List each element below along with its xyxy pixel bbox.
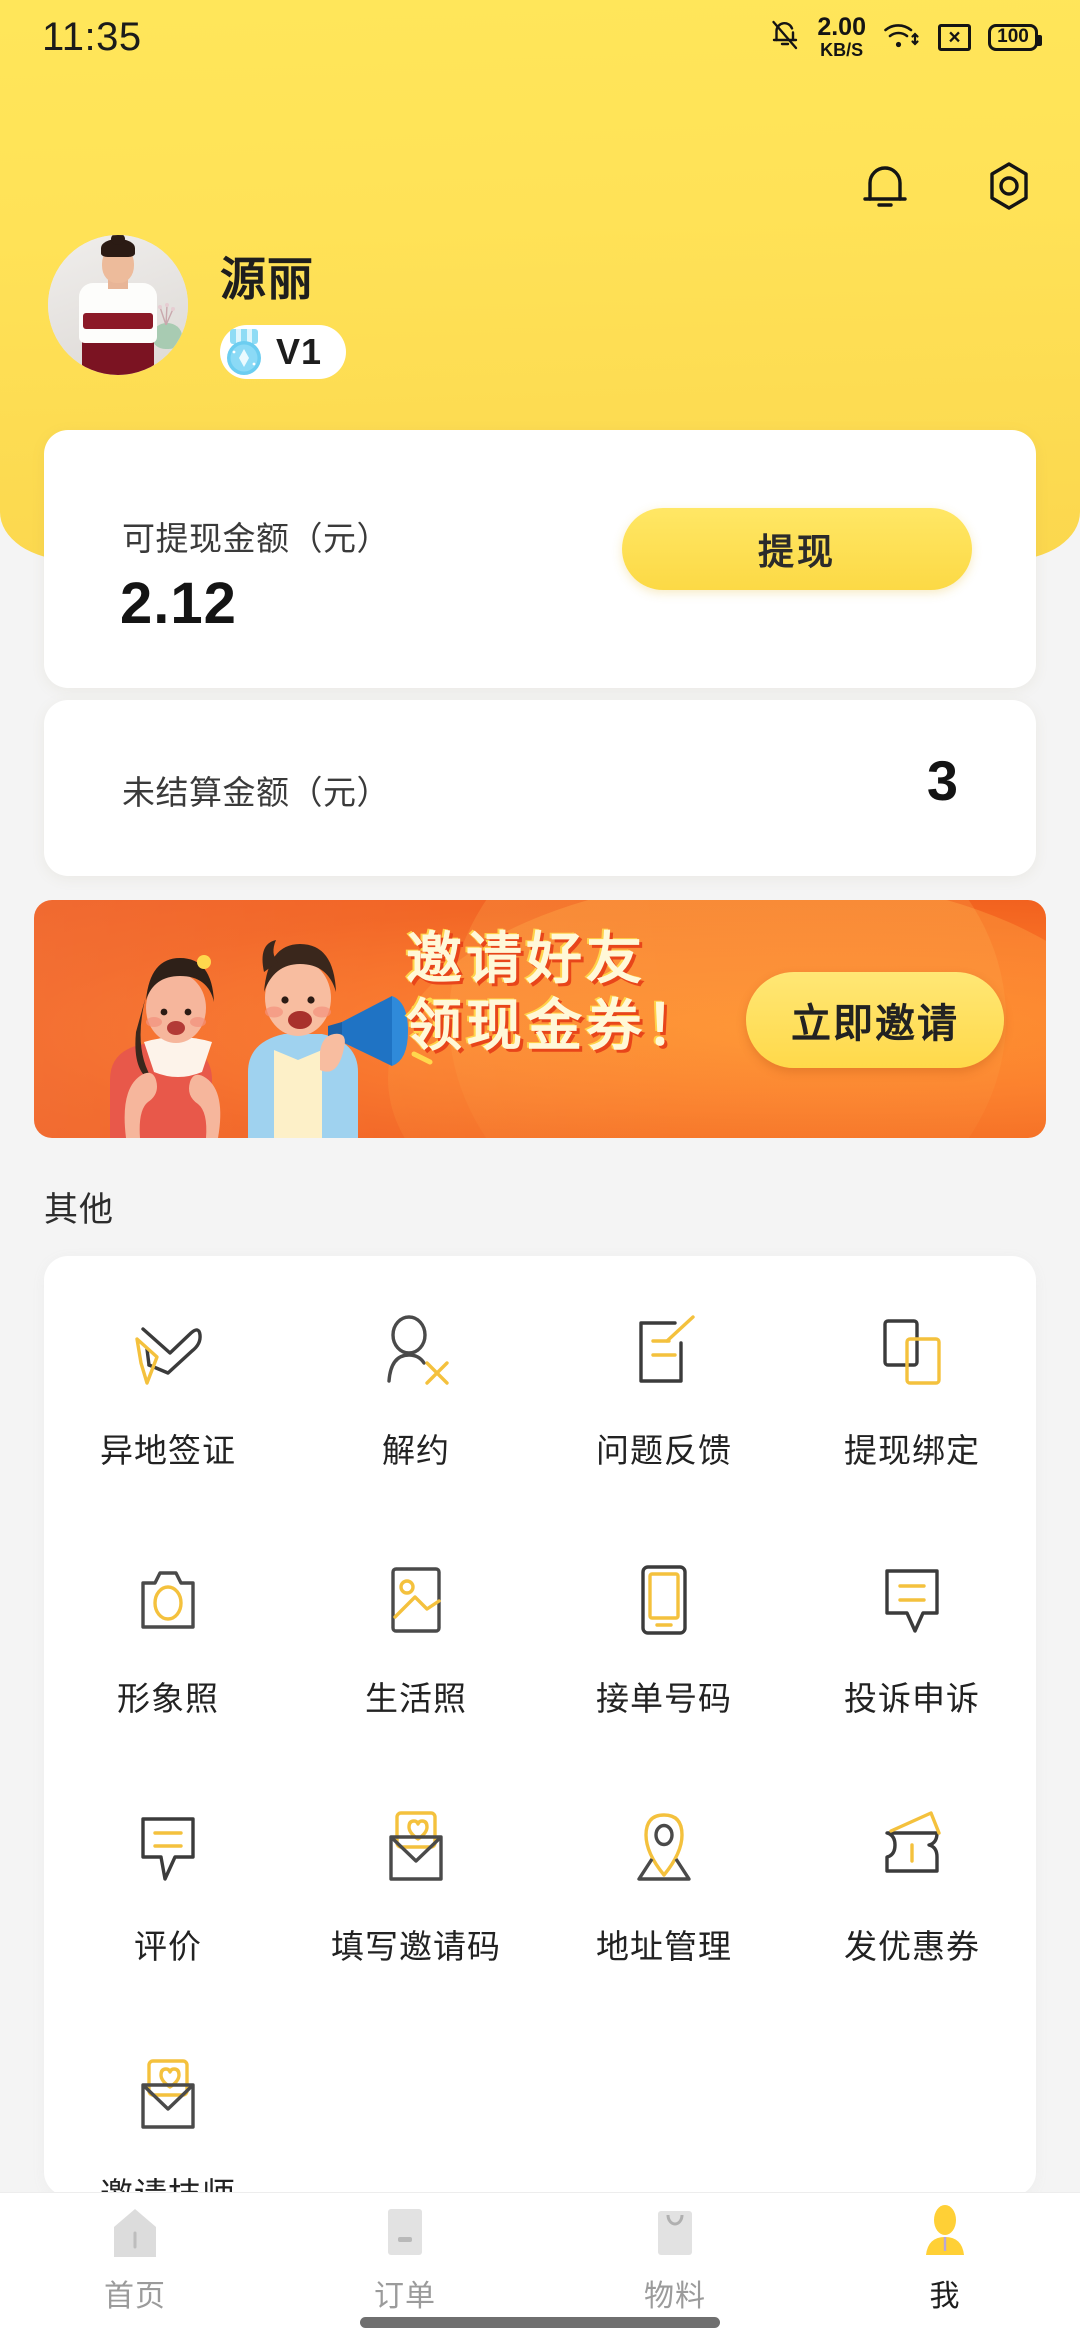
phone-icon xyxy=(614,1550,714,1650)
avatar[interactable] xyxy=(48,235,188,375)
net-speed-value: 2.00 xyxy=(817,13,866,41)
order-icon xyxy=(374,2201,436,2263)
person-cancel-icon xyxy=(366,1302,466,1402)
balance-value: 2.12 xyxy=(120,571,237,636)
username: 源丽 xyxy=(220,253,314,305)
grid-item-label: 生活照 xyxy=(365,1680,467,1717)
grid-item-label: 形象照 xyxy=(117,1680,219,1717)
envelope-heart-icon xyxy=(366,1798,466,1898)
unsettled-value: 3 xyxy=(926,749,958,812)
banner-title-line1: 邀请好友 xyxy=(406,927,646,990)
net-speed-unit: KB/S xyxy=(820,40,864,60)
grid-item-label: 投诉申诉 xyxy=(844,1680,980,1717)
invite-now-button[interactable]: 立即邀请 xyxy=(746,972,1004,1068)
grid-item-complaint[interactable]: 投诉申诉 xyxy=(788,1550,1036,1798)
grid-item-life-photo[interactable]: 生活照 xyxy=(292,1550,540,1798)
tab-home[interactable]: 首页 xyxy=(0,2193,270,2340)
grid-item-label: 提现绑定 xyxy=(844,1432,980,1469)
speech-bubble-icon xyxy=(118,1798,218,1898)
gear-hexagon-icon[interactable] xyxy=(978,155,1040,217)
unsettled-card[interactable]: 未结算金额（元） 3 xyxy=(44,700,1036,876)
grid-item-feedback[interactable]: 问题反馈 xyxy=(540,1302,788,1550)
profile-text: 源丽 V1 xyxy=(220,235,347,385)
grid-item-visa[interactable]: 异地签证 xyxy=(44,1302,292,1550)
cards-bind-icon xyxy=(862,1302,962,1402)
battery-level: 100 xyxy=(997,26,1029,47)
tab-label: 订单 xyxy=(374,2279,436,2313)
bell-icon[interactable] xyxy=(854,155,916,217)
section-title-other: 其他 xyxy=(44,1191,114,1229)
home-icon xyxy=(104,2201,166,2263)
other-grid: 异地签证 解约 问题反馈 提现绑定 形象照 生活照 接单号码 投诉申诉 评价 填… xyxy=(44,1256,1036,2213)
grid-item-address[interactable]: 地址管理 xyxy=(540,1798,788,2046)
grid-item-label: 接单号码 xyxy=(596,1680,732,1717)
grid-item-withdraw-bind[interactable]: 提现绑定 xyxy=(788,1302,1036,1550)
wifi-icon xyxy=(883,20,921,55)
grid-item-invite-code[interactable]: 填写邀请码 xyxy=(292,1798,540,2046)
photo-image-icon xyxy=(366,1550,466,1650)
material-icon xyxy=(644,2201,706,2263)
status-badge[interactable]: V1 xyxy=(220,325,347,379)
grid-item-order-phone[interactable]: 接单号码 xyxy=(540,1550,788,1798)
banner-title-line2: 领现金券！ xyxy=(406,994,706,1058)
grid-item-terminate[interactable]: 解约 xyxy=(292,1302,540,1550)
header-actions xyxy=(854,155,1040,217)
network-speed: 2.00 KB/S xyxy=(817,13,866,60)
tab-label: 我 xyxy=(929,2279,961,2313)
grid-item-label: 解约 xyxy=(382,1432,450,1469)
profile-icon xyxy=(914,2201,976,2263)
grid-item-label: 问题反馈 xyxy=(596,1432,732,1469)
bell-off-icon xyxy=(770,18,800,57)
profile-header[interactable]: 源丽 V1 xyxy=(48,235,347,385)
withdraw-button[interactable]: 提现 xyxy=(622,508,972,590)
document-edit-icon xyxy=(614,1302,714,1402)
unsettled-label: 未结算金额（元） xyxy=(122,774,390,811)
tab-profile[interactable]: 我 xyxy=(810,2193,1080,2340)
tab-label: 物料 xyxy=(644,2279,706,2313)
location-pin-icon xyxy=(614,1798,714,1898)
envelope-heart-icon xyxy=(118,2046,218,2146)
grid-item-label: 发优惠券 xyxy=(844,1928,980,1965)
camera-icon xyxy=(118,1550,218,1650)
balance-card: 可提现金额（元） 2.12 提现 xyxy=(44,430,1036,688)
airplane-icon xyxy=(118,1302,218,1402)
status-bar: 11:35 2.00 KB/S 100 xyxy=(0,0,1080,74)
coupon-icon xyxy=(862,1798,962,1898)
invite-banner[interactable]: 邀请好友 领现金券！ 立即邀请 xyxy=(34,900,1046,1138)
status-time: 11:35 xyxy=(42,14,142,59)
level-label: V1 xyxy=(276,331,323,372)
tab-label: 首页 xyxy=(104,2279,166,2313)
grid-item-label: 评价 xyxy=(134,1928,202,1965)
medal-icon xyxy=(216,324,272,380)
battery-icon: 100 xyxy=(988,23,1042,51)
speech-bubble-icon xyxy=(862,1550,962,1650)
home-indicator[interactable] xyxy=(360,2317,720,2328)
grid-item-portrait[interactable]: 形象照 xyxy=(44,1550,292,1798)
grid-item-label: 填写邀请码 xyxy=(331,1928,501,1965)
sim-no-signal-icon xyxy=(938,23,971,51)
app-screen: 11:35 2.00 KB/S 100 xyxy=(0,0,1080,2340)
grid-item-label: 地址管理 xyxy=(596,1928,732,1965)
balance-label: 可提现金额（元） xyxy=(122,520,390,557)
grid-item-label: 异地签证 xyxy=(100,1432,236,1469)
banner-title: 邀请好友 领现金券！ xyxy=(406,930,746,1054)
grid-item-review[interactable]: 评价 xyxy=(44,1798,292,2046)
other-grid-card: 异地签证 解约 问题反馈 提现绑定 形象照 生活照 接单号码 投诉申诉 评价 填… xyxy=(44,1256,1036,2213)
grid-item-send-coupon[interactable]: 发优惠券 xyxy=(788,1798,1036,2046)
status-icons: 2.00 KB/S 100 xyxy=(770,13,1042,60)
